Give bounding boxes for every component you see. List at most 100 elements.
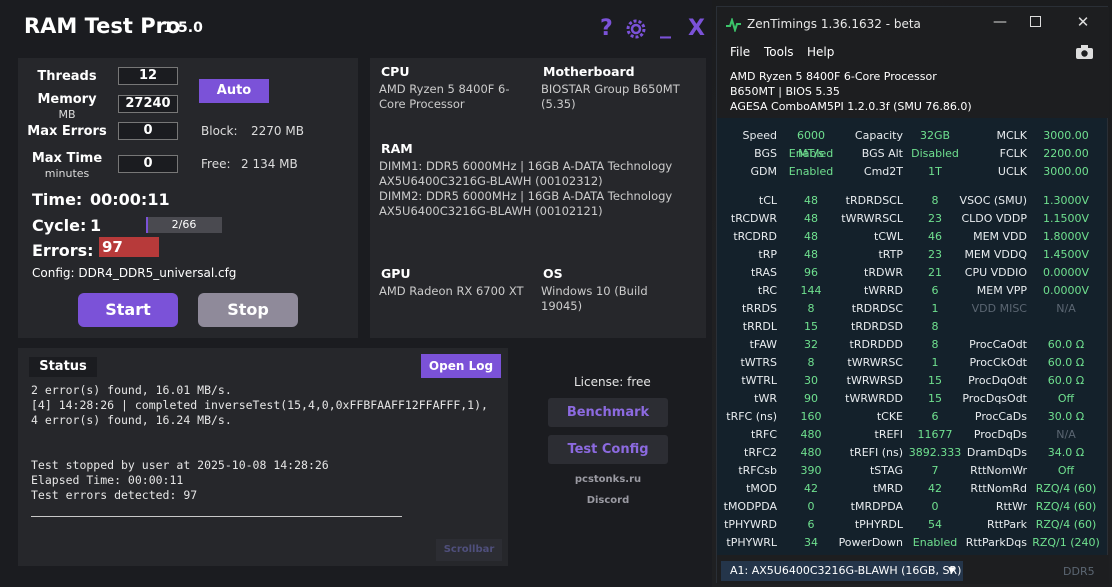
benchmark-button[interactable]: Benchmark (548, 398, 668, 427)
timing-value: 48 (804, 230, 818, 243)
memory-input[interactable]: 27240 (118, 95, 178, 113)
auto-button[interactable]: Auto (199, 79, 269, 103)
timing-value: 46 (928, 230, 942, 243)
block-label: Block: (201, 124, 238, 138)
timing-label: tPHYWRL (726, 536, 777, 549)
timing-label: GDM (750, 165, 778, 178)
gear-icon[interactable] (624, 17, 648, 45)
timing-value: 32GB (919, 129, 951, 142)
discord-link[interactable]: Discord (548, 495, 668, 506)
module-select[interactable]: A1: AX5U6400C3216G-BLAWH (16GB, SR) ▼ (721, 561, 963, 581)
timing-label: RttPark (986, 518, 1027, 531)
dimm2-info: DIMM2: DDR5 6000MHz | 16GB A-DATA Techno… (379, 189, 673, 218)
timing-value: 0 (931, 500, 939, 513)
site-link[interactable]: pcstonks.ru (548, 474, 668, 485)
camera-icon[interactable] (1076, 44, 1093, 63)
open-log-button[interactable]: Open Log (421, 354, 501, 378)
timing-label: MEM VDD (973, 230, 1027, 243)
timing-label: BGS (754, 147, 777, 160)
motherboard-heading: Motherboard (543, 64, 635, 79)
menu-tools[interactable]: Tools (764, 45, 794, 59)
zt-board: B650MT | BIOS 5.35 (730, 85, 840, 98)
timing-value: 15 (928, 392, 942, 405)
timing-value: 3892.333 (908, 446, 962, 459)
motherboard-value: BIOSTAR Group B650MT (5.35) (541, 82, 680, 111)
close-icon[interactable]: X (688, 16, 705, 41)
timing-value: 1T (928, 165, 942, 178)
scrollbar[interactable]: Scrollbar (436, 539, 502, 561)
time-label: Time: (32, 190, 83, 209)
threads-input[interactable]: 12 (118, 67, 178, 85)
timing-label: Cmd2T (863, 165, 903, 178)
timing-label: tCWL (874, 230, 903, 243)
timing-value: 6 (807, 518, 815, 531)
log-line: Elapsed Time: 00:00:11 (31, 473, 184, 487)
timing-value: 8 (807, 302, 815, 315)
timing-label: tWR (754, 392, 777, 405)
timing-label: VSOC (SMU) (959, 194, 1027, 207)
timing-value: 8 (807, 356, 815, 369)
timing-value: 1 (931, 302, 939, 315)
minimize-icon[interactable]: _ (660, 14, 671, 39)
timing-value: 0.0000V (1042, 284, 1089, 297)
menu-file[interactable]: File (730, 45, 750, 59)
free-label: Free: (201, 157, 231, 171)
timing-label: ProcCaOdt (969, 338, 1027, 351)
help-icon[interactable]: ? (600, 16, 613, 41)
timing-label: RttWr (995, 500, 1027, 513)
test-config-button[interactable]: Test Config (548, 435, 668, 464)
zt-close-icon[interactable]: ✕ (1071, 9, 1095, 35)
timing-label: tWTRL (741, 374, 777, 387)
timing-value: 0.0000V (1042, 266, 1089, 279)
zt-maximize-icon[interactable] (1030, 16, 1041, 27)
stop-button[interactable]: Stop (198, 293, 298, 327)
timing-label: tCL (758, 194, 777, 207)
timing-value: 48 (804, 212, 818, 225)
max-time-unit: minutes (44, 167, 90, 180)
ddr-type-label: DDR5 (1063, 565, 1095, 578)
timing-label: RttParkDqs (965, 536, 1027, 549)
timing-label: MEM VPP (976, 284, 1027, 297)
timing-label: tRDRDSC (851, 302, 903, 315)
start-button[interactable]: Start (78, 293, 178, 327)
timing-value: 90 (804, 392, 818, 405)
timing-value: 3000.00 (1043, 129, 1089, 142)
threads-label: Threads (37, 69, 97, 84)
max-time-input[interactable]: 0 (118, 155, 178, 173)
log-line: [4] 14:28:26 | completed inverseTest(15,… (31, 398, 488, 412)
timing-label: tPHYWRD (724, 518, 777, 531)
timing-value: Off (1057, 464, 1075, 477)
log-divider (31, 516, 402, 517)
timing-label: tWRWRSC (847, 356, 903, 369)
zt-minimize-icon[interactable]: — (985, 9, 1015, 35)
timing-value: 2200.00 (1043, 147, 1089, 160)
timing-value: 42 (928, 482, 942, 495)
menu-help[interactable]: Help (807, 45, 834, 59)
timing-label: PowerDown (838, 536, 903, 549)
block-value: 2270 MB (251, 124, 304, 138)
max-errors-input[interactable]: 0 (118, 122, 178, 140)
timing-value: 30 (804, 374, 818, 387)
timing-value: 1.1500V (1042, 212, 1089, 225)
license-label: License: free (574, 375, 651, 389)
timing-label: tFAW (749, 338, 777, 351)
timing-value: 160 (800, 410, 822, 423)
max-time-label: Max Time (31, 151, 103, 166)
timing-value: 8 (931, 338, 939, 351)
timing-label: tMODPDA (723, 500, 777, 513)
timing-label: tMRDPDA (850, 500, 903, 513)
timing-value: 1.8000V (1042, 230, 1089, 243)
timing-value: 32 (804, 338, 818, 351)
chevron-down-icon: ▼ (948, 566, 955, 576)
timing-value: 11677 (917, 428, 953, 441)
timing-label: VDD MISC (971, 302, 1027, 315)
timing-value: Off (1057, 392, 1075, 405)
status-heading: Status (29, 357, 97, 377)
timing-label: BGS Alt (861, 147, 903, 160)
timing-label: tRFC (751, 428, 777, 441)
zt-title: ZenTimings 1.36.1632 - beta (747, 17, 921, 31)
timing-value: Enabled (788, 147, 834, 160)
timing-label: tWRWRDD (845, 392, 903, 405)
timing-value: 8 (931, 194, 939, 207)
timing-value: 21 (928, 266, 942, 279)
